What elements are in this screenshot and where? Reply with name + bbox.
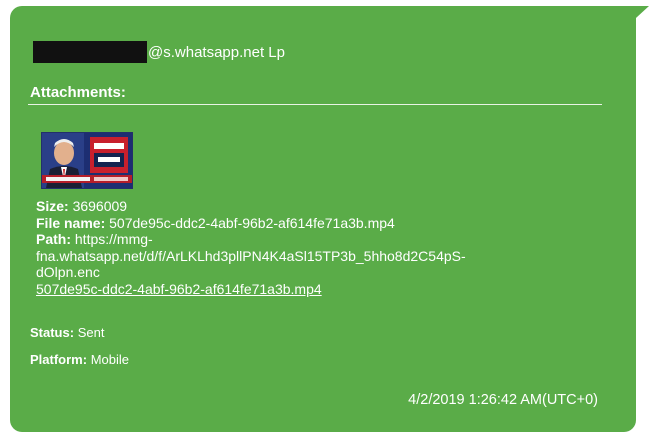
redacted-sender-name (33, 41, 147, 63)
attachments-heading: Attachments: (30, 84, 126, 101)
size-row: Size: 3696009 (36, 198, 616, 215)
video-thumbnail-icon[interactable] (41, 132, 133, 189)
status-value: Sent (77, 325, 105, 340)
message-timestamp: 4/2/2019 1:26:42 AM(UTC+0) (408, 392, 598, 408)
filename-label: File name: (36, 214, 106, 231)
path-label: Path: (36, 231, 71, 247)
size-value: 3696009 (72, 198, 128, 214)
path-value-line3: dOlpn.enc (36, 264, 100, 280)
attachment-details: Size: 3696009 File name: 507de95c-ddc2-4… (36, 198, 616, 297)
sender-address: @s.whatsapp.net Lp (148, 43, 285, 61)
attachments-divider (28, 104, 602, 105)
size-label: Size: (36, 198, 69, 214)
path-row: Path: https://mmg- (36, 231, 616, 248)
platform-label: Platform: (30, 352, 88, 367)
attachment-link[interactable]: 507de95c-ddc2-4abf-96b2-af614fe71a3b.mp4 (36, 281, 322, 297)
platform-row: Platform: Mobile (30, 352, 129, 367)
sender-line: @s.whatsapp.net Lp (33, 40, 285, 64)
path-value-line1: https://mmg- (74, 231, 153, 247)
status-label: Status: (30, 325, 75, 340)
message-bubble: @s.whatsapp.net Lp Attachments: Size: 36… (10, 6, 636, 432)
status-row: Status: Sent (30, 325, 104, 340)
filename-row: File name: 507de95c-ddc2-4abf-96b2-af614… (36, 215, 616, 232)
path-value-line2: fna.whatsapp.net/d/f/ArLKLhd3pllPN4K4aSl… (36, 247, 466, 264)
platform-value: Mobile (90, 352, 129, 367)
filename-value: 507de95c-ddc2-4abf-96b2-af614fe71a3b.mp4 (109, 214, 395, 231)
